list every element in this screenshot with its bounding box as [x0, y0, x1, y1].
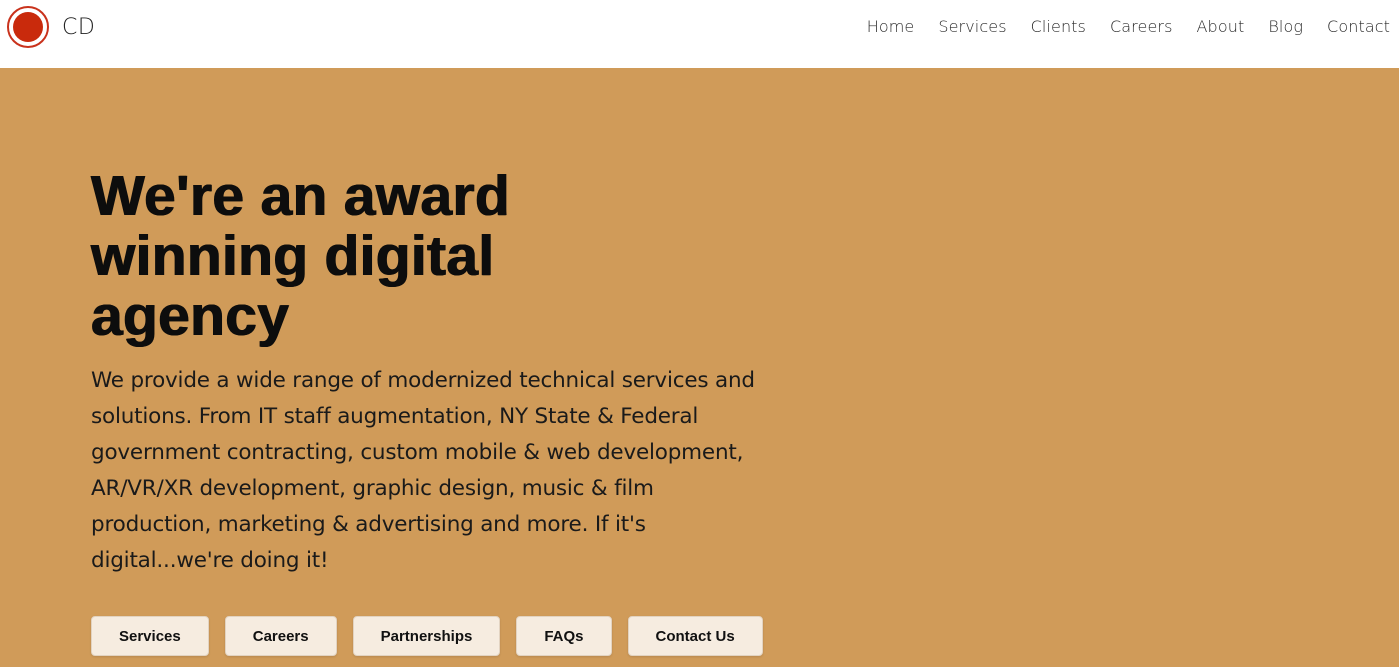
- nav-item-clients[interactable]: Clients: [1031, 17, 1086, 36]
- brand[interactable]: CD: [7, 6, 95, 48]
- nav-item-services[interactable]: Services: [938, 17, 1006, 36]
- main-nav: Home Services Clients Careers About Blog…: [867, 17, 1390, 36]
- nav-item-home[interactable]: Home: [867, 17, 915, 36]
- top-navbar: CD Home Services Clients Careers About B…: [0, 0, 1399, 68]
- nav-item-blog[interactable]: Blog: [1268, 17, 1303, 36]
- contact-us-button[interactable]: Contact Us: [627, 616, 763, 656]
- brand-name[interactable]: CD: [62, 15, 95, 40]
- partnerships-button[interactable]: Partnerships: [352, 616, 501, 656]
- services-button[interactable]: Services: [91, 616, 209, 656]
- nav-item-about[interactable]: About: [1197, 17, 1245, 36]
- nav-item-careers[interactable]: Careers: [1110, 17, 1173, 36]
- faqs-button[interactable]: FAQs: [516, 616, 612, 656]
- hero-description: We provide a wide range of modernized te…: [91, 368, 755, 573]
- hero-title: We're an award winning digital agency: [91, 164, 511, 348]
- hero-button-row: Services Careers Partnerships FAQs Conta…: [91, 616, 763, 656]
- record-circle-icon[interactable]: [7, 6, 49, 48]
- hero-section: We're an award winning digital agency We…: [91, 166, 771, 579]
- careers-button[interactable]: Careers: [224, 616, 337, 656]
- nav-item-contact[interactable]: Contact: [1327, 17, 1390, 36]
